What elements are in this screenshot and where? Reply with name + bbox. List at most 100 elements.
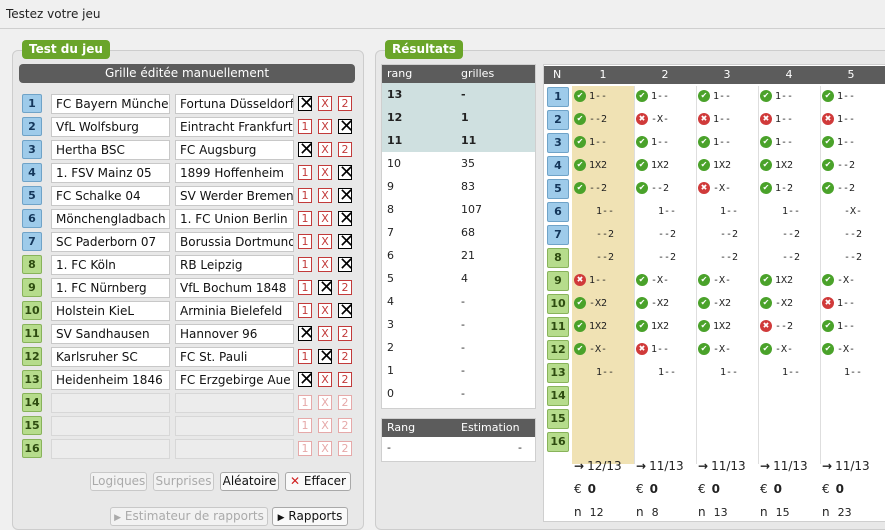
- pick-x-checkbox[interactable]: X: [318, 418, 332, 433]
- away-team-field[interactable]: Hannover 96: [175, 324, 294, 344]
- home-team-field[interactable]: FC Bayern München: [51, 94, 170, 114]
- pick-1-checkbox[interactable]: 1: [298, 165, 312, 180]
- estimateur-button[interactable]: ▶ Estimateur de rapports: [110, 507, 268, 526]
- pick-1-checkbox[interactable]: 1: [298, 280, 312, 295]
- pick-x-checkbox[interactable]: X: [318, 372, 332, 387]
- pick-2-checkbox[interactable]: 2: [338, 372, 352, 387]
- away-team-field[interactable]: VfL Bochum 1848: [175, 278, 294, 298]
- pick-2-checkbox[interactable]: 2: [338, 280, 352, 295]
- away-team-field[interactable]: [175, 439, 294, 459]
- home-team-field[interactable]: Heidenheim 1846: [51, 370, 170, 390]
- home-team-field[interactable]: Karlsruher SC: [51, 347, 170, 367]
- logiques-button[interactable]: Logiques: [90, 472, 147, 491]
- column-divider: [634, 86, 635, 464]
- away-team-field[interactable]: SV Werder Bremen: [175, 186, 294, 206]
- pick-1-checkbox[interactable]: 1: [298, 257, 312, 272]
- home-team-field[interactable]: SC Paderborn 07: [51, 232, 170, 252]
- rang-row: 1-: [382, 359, 535, 382]
- away-team-field[interactable]: Eintracht Frankfurt: [175, 117, 294, 137]
- away-team-field[interactable]: FC St. Pauli: [175, 347, 294, 367]
- pick-1-checkbox[interactable]: 1: [298, 418, 312, 433]
- pick-1-checkbox[interactable]: ✕: [298, 371, 314, 389]
- pick-x-checkbox[interactable]: X: [318, 257, 332, 272]
- home-team-field[interactable]: SV Sandhausen: [51, 324, 170, 344]
- arrow-icon: →: [760, 459, 771, 473]
- pick-2-checkbox[interactable]: ✕: [338, 118, 354, 136]
- home-team-field[interactable]: VfL Wolfsburg: [51, 117, 170, 137]
- pick-2-checkbox[interactable]: ✕: [338, 302, 354, 320]
- aleatoire-button[interactable]: Aléatoire: [220, 472, 279, 491]
- grid-cell: ✖ 1--: [636, 338, 696, 361]
- home-team-field[interactable]: Hertha BSC: [51, 140, 170, 160]
- pick-2-checkbox[interactable]: 2: [338, 349, 352, 364]
- pick-1-checkbox[interactable]: ✕: [298, 325, 314, 343]
- pick-x-checkbox[interactable]: X: [318, 211, 332, 226]
- pick-2-checkbox[interactable]: 2: [338, 96, 352, 111]
- check-icon: ✔: [574, 90, 586, 102]
- home-team-field[interactable]: Holstein KieL: [51, 301, 170, 321]
- grid-cell: ✔ 1--: [760, 85, 820, 108]
- pick-1-checkbox[interactable]: 1: [298, 211, 312, 226]
- pick-1-checkbox[interactable]: ✕: [298, 95, 314, 113]
- pick-x-checkbox[interactable]: X: [318, 395, 332, 410]
- pick-2-checkbox[interactable]: 2: [338, 326, 352, 341]
- grid-cell-value: -X-: [713, 344, 732, 355]
- pick-2-checkbox[interactable]: 2: [338, 142, 352, 157]
- home-team-field[interactable]: [51, 439, 170, 459]
- effacer-button[interactable]: ✕ Effacer: [285, 472, 351, 491]
- pick-1-checkbox[interactable]: ✕: [298, 141, 314, 159]
- home-team-field[interactable]: 1. FC Köln: [51, 255, 170, 275]
- pick-x-checkbox[interactable]: ✕: [318, 279, 334, 297]
- away-team-field[interactable]: Fortuna Düsseldorf: [175, 94, 294, 114]
- pick-1-checkbox[interactable]: 1: [298, 349, 312, 364]
- pick-x-checkbox[interactable]: X: [318, 303, 332, 318]
- away-team-field[interactable]: 1899 Hoffenheim: [175, 163, 294, 183]
- pick-x-checkbox[interactable]: X: [318, 119, 332, 134]
- away-team-field[interactable]: Arminia Bielefeld: [175, 301, 294, 321]
- pick-2-checkbox[interactable]: 2: [338, 418, 352, 433]
- pick-1-checkbox[interactable]: 1: [298, 303, 312, 318]
- away-team-field[interactable]: Borussia Dortmund: [175, 232, 294, 252]
- pick-2-checkbox[interactable]: ✕: [338, 256, 354, 274]
- pick-x-checkbox[interactable]: ✕: [318, 348, 334, 366]
- grid-cell-value: 1X2: [713, 160, 732, 171]
- pick-2-checkbox[interactable]: ✕: [338, 233, 354, 251]
- pick-1-checkbox[interactable]: 1: [298, 119, 312, 134]
- grid-cell-value: 1--: [589, 275, 608, 286]
- pick-1-checkbox[interactable]: 1: [298, 188, 312, 203]
- pick-1-checkbox[interactable]: 1: [298, 234, 312, 249]
- home-team-field[interactable]: 1. FSV Mainz 05: [51, 163, 170, 183]
- pick-1-checkbox[interactable]: 1: [298, 395, 312, 410]
- away-team-field[interactable]: FC Erzgebirge Aue: [175, 370, 294, 390]
- pick-2-checkbox[interactable]: 2: [338, 441, 352, 456]
- home-team-field[interactable]: Mönchengladbach: [51, 209, 170, 229]
- pick-1-checkbox[interactable]: 1: [298, 441, 312, 456]
- rapports-button[interactable]: ▶ Rapports: [272, 507, 348, 526]
- pick-x-checkbox[interactable]: X: [318, 234, 332, 249]
- pick-x-checkbox[interactable]: X: [318, 326, 332, 341]
- pick-2-checkbox[interactable]: ✕: [338, 187, 354, 205]
- grid-cell: ✔ -X2: [574, 292, 634, 315]
- pick-x-checkbox[interactable]: X: [318, 142, 332, 157]
- pick-x-checkbox[interactable]: X: [318, 96, 332, 111]
- grid-col-header: 4: [785, 68, 793, 81]
- home-team-field[interactable]: 1. FC Nürnberg: [51, 278, 170, 298]
- pick-2-checkbox[interactable]: ✕: [338, 164, 354, 182]
- surprises-button[interactable]: Surprises: [153, 472, 214, 491]
- away-team-field[interactable]: FC Augsburg: [175, 140, 294, 160]
- pick-x-checkbox[interactable]: X: [318, 165, 332, 180]
- away-team-field[interactable]: RB Leipzig: [175, 255, 294, 275]
- home-team-field[interactable]: FC Schalke 04: [51, 186, 170, 206]
- pick-2-checkbox[interactable]: 2: [338, 395, 352, 410]
- away-team-field[interactable]: [175, 393, 294, 413]
- pick-x-checkbox[interactable]: X: [318, 188, 332, 203]
- pick-2-checkbox[interactable]: ✕: [338, 210, 354, 228]
- pick-x-checkbox[interactable]: X: [318, 441, 332, 456]
- check-icon: ✔: [698, 297, 710, 309]
- home-team-field[interactable]: [51, 393, 170, 413]
- away-team-field[interactable]: 1. FC Union Berlin: [175, 209, 294, 229]
- count-value: 13: [713, 506, 728, 519]
- away-team-field[interactable]: [175, 416, 294, 436]
- title-divider: [0, 28, 885, 29]
- home-team-field[interactable]: [51, 416, 170, 436]
